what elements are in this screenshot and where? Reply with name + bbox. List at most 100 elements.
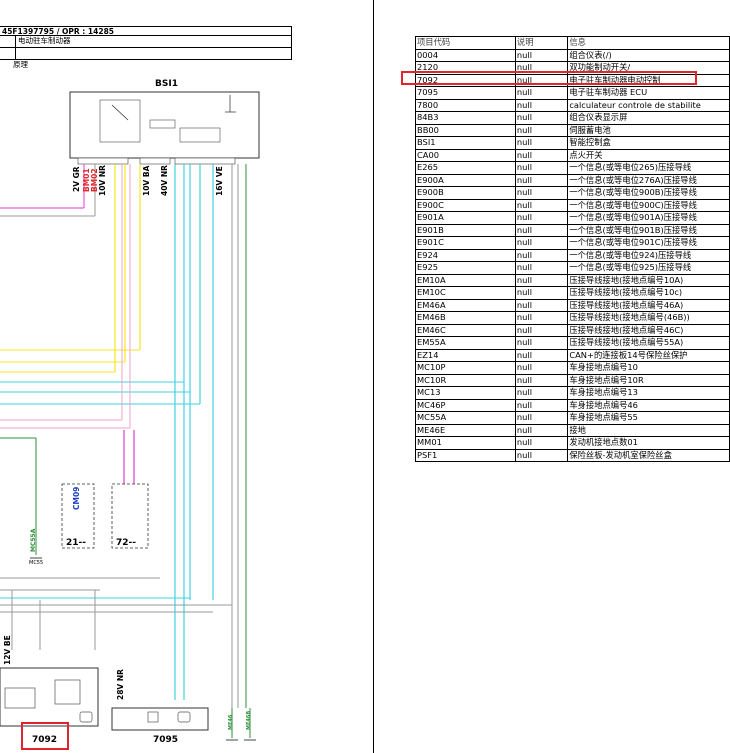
row-desc: null: [514, 223, 569, 237]
row-info: 一个信息(或等电位924)压接导线: [567, 248, 730, 262]
conn-28v-nr: 28V NR: [116, 669, 125, 700]
row-code: E901A: [415, 211, 516, 225]
row-info: 压接导线接地(接地点编号55A): [567, 336, 730, 350]
row-code: EM46B: [415, 311, 516, 325]
row-info: 点火开关: [567, 148, 730, 162]
table-row: 7095 null 电子驻车制动器 ECU: [415, 86, 730, 100]
row-desc: null: [514, 148, 569, 162]
me46-label: ME46: [228, 714, 234, 730]
row-info: 压接导线接地(接地点编号10A): [567, 273, 730, 287]
bsi-box: [69, 91, 260, 159]
header-desc: 说明: [514, 36, 569, 50]
row-desc: null: [514, 286, 569, 300]
table-header-row: 项目代码 说明 信息: [415, 36, 730, 50]
mc55a-label: MC55A: [30, 528, 37, 552]
row-code: E265: [415, 161, 516, 175]
table-row: E900B null 一个信息(或等电位900B)压接导线: [415, 186, 730, 200]
table-row: 7800 null calculateur controle de stabilit…: [415, 98, 730, 112]
wiring-svg: [0, 91, 260, 741]
row-info: 组合仪表(/): [567, 48, 730, 62]
table-row: EZ14 null CAN+的连接板14号保险丝保护: [415, 348, 730, 362]
row-info: 车身接地点编号10: [567, 361, 730, 375]
component-table: 项目代码 说明 信息 0004 null 组合仪表(/) 2120 null 双功能制动开…: [415, 36, 730, 462]
cm09-label: CM09: [72, 486, 81, 510]
highlight-box-7092: [21, 722, 69, 750]
table-row: CA00 null 点火开关: [415, 148, 730, 162]
row-desc: null: [514, 323, 569, 337]
conn-10v-ba: 10V BA: [142, 165, 151, 196]
row-desc: null: [514, 236, 569, 250]
row-code: EM46C: [415, 323, 516, 337]
row-desc: null: [514, 436, 569, 450]
box-72-label: 72--: [116, 538, 136, 548]
row-code: EM10A: [415, 273, 516, 287]
row-info: 压接导线接地(接地点编号10c): [567, 286, 730, 300]
row-desc: null: [514, 123, 569, 137]
ecu-7095-label: 7095: [153, 735, 179, 745]
row-code: 0004: [415, 48, 516, 62]
table-row: BSI1 null 智能控制盒: [415, 136, 730, 150]
row-desc: null: [514, 398, 569, 412]
conn-2v-gr: 2V GR: [72, 166, 81, 192]
table-row: BB00 null 伺服蓄电池: [415, 123, 730, 137]
row-info: CAN+的连接板14号保险丝保护: [567, 348, 730, 362]
row-code: EM46A: [415, 298, 516, 312]
row-code: MC13: [415, 386, 516, 400]
row-desc: null: [514, 86, 569, 100]
row-code: MC46P: [415, 398, 516, 412]
table-row: MC46P null 车身接地点编号46: [415, 398, 730, 412]
row-desc: null: [514, 198, 569, 212]
row-info: 车身接地点编号46: [567, 398, 730, 412]
row-info: 压接导线接地(接地点编号46C): [567, 323, 730, 337]
conn-16v-ve: 16V VE: [215, 166, 224, 196]
table-row: ME46E null 接地: [415, 423, 730, 437]
table-row: 84B3 null 组合仪表显示屏: [415, 111, 730, 125]
row-info: 接地: [567, 423, 730, 437]
ecu-7095-box: [111, 707, 209, 731]
conn-40v-nr: 40V NR: [160, 165, 169, 196]
row-desc: null: [514, 311, 569, 325]
row-info: 电子驻车制动器 ECU: [567, 86, 730, 100]
row-code: E900C: [415, 198, 516, 212]
row-desc: null: [514, 48, 569, 62]
table-row: MC10R null 车身接地点编号10R: [415, 373, 730, 387]
row-desc: null: [514, 373, 569, 387]
row-code: ME46E: [415, 423, 516, 437]
row-info: 一个信息(或等电位900C)压接导线: [567, 198, 730, 212]
table-row: EM46A null 压接导线接地(接地点编号46A): [415, 298, 730, 312]
conn-12v-be: 12V BE: [3, 635, 12, 665]
row-desc: null: [514, 298, 569, 312]
row-info: 发动机接地点数01: [567, 436, 730, 450]
row-info: 车身接地点编号13: [567, 386, 730, 400]
row-desc: null: [514, 361, 569, 375]
row-code: EZ14: [415, 348, 516, 362]
mc55-label: MC55: [29, 560, 44, 566]
row-code: MC10P: [415, 361, 516, 375]
row-info: 一个信息(或等电位901C)压接导线: [567, 236, 730, 250]
row-info: 车身接地点编号10R: [567, 373, 730, 387]
row-desc: null: [514, 111, 569, 125]
row-code: BSI1: [415, 136, 516, 150]
row-info: 压接导线接地(接地点编号(46B)): [567, 311, 730, 325]
row-code: 84B3: [415, 111, 516, 125]
table-row: E901A null 一个信息(或等电位901A)压接导线: [415, 211, 730, 225]
row-desc: null: [514, 448, 569, 462]
ecu-7092-box: [0, 667, 99, 727]
highlight-box-row-7092: [401, 71, 697, 85]
row-code: E901C: [415, 236, 516, 250]
table-row: E901C null 一个信息(或等电位901C)压接导线: [415, 236, 730, 250]
row-desc: null: [514, 98, 569, 112]
row-desc: null: [514, 386, 569, 400]
row-info: 车身接地点编号55: [567, 411, 730, 425]
row-info: 一个信息(或等电位901A)压接导线: [567, 211, 730, 225]
row-info: 一个信息(或等电位925)压接导线: [567, 261, 730, 275]
row-desc: null: [514, 173, 569, 187]
row-info: 组合仪表显示屏: [567, 111, 730, 125]
row-code: 7800: [415, 98, 516, 112]
row-code: MC55A: [415, 411, 516, 425]
row-desc: null: [514, 423, 569, 437]
page-separator: [373, 0, 374, 753]
row-desc: null: [514, 273, 569, 287]
row-code: MC10R: [415, 373, 516, 387]
header-info: 信息: [567, 36, 730, 50]
